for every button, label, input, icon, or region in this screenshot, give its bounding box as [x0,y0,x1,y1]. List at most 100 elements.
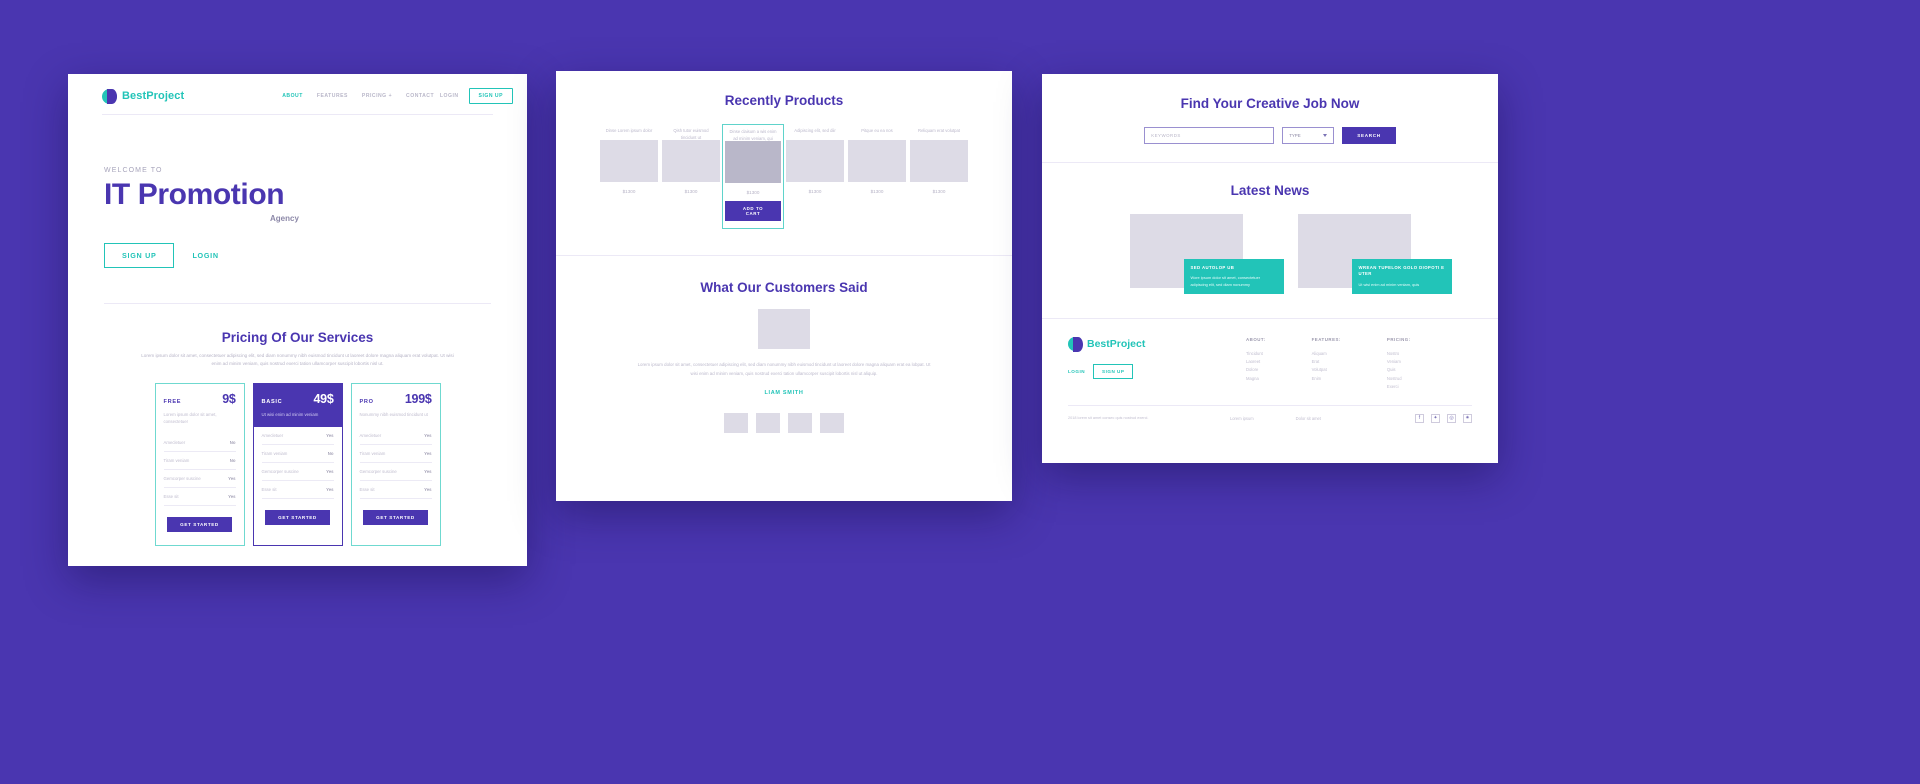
job-type-select[interactable]: TYPE [1282,127,1335,144]
footer-link[interactable]: Dolore [1246,366,1266,374]
plan-feature-row: Tiram veniam No [163,452,236,471]
footer-link[interactable]: Magna [1246,375,1266,383]
site-footer: BestProject LOGIN SIGN UP ABOUT: Tincidu… [1042,318,1498,391]
news-card[interactable]: SED AUTOLOP UB Wore ipsum dolor sit amet… [1129,214,1284,295]
footer-signup-button[interactable]: SIGN UP [1093,364,1134,379]
search-button[interactable]: SEARCH [1342,127,1396,144]
product-image [910,140,968,182]
news-card[interactable]: WREAN TUPELOK GOLO DIOPOTI E UTER Ut wis… [1297,214,1452,295]
footer-link[interactable]: Nostrud [1387,375,1411,383]
nav-item-features[interactable]: FEATURES [317,93,348,99]
testimonial-avatar [758,309,810,349]
brand-name: BestProject [122,90,185,102]
testimonial-thumb[interactable] [788,413,812,434]
nav-item-pricing[interactable]: PRICING + [362,93,392,99]
products-title: Recently Products [724,93,844,108]
primary-nav: ABOUT FEATURES PRICING + CONTACT [282,93,434,99]
product-image [786,140,844,182]
footer-link[interactable]: Laoreet [1246,358,1266,366]
footer-logo[interactable]: BestProject [1068,337,1218,352]
footer-bottom-link[interactable]: Lorem ipsum [1230,416,1254,421]
news-caption-text: Ut wisi enim ad minim veniam, quis [1358,281,1420,287]
testimonial-quote: Lorem ipsum dolor sit amet, consectetuer… [637,362,931,376]
product-name: Qish tutor euismod tincidunt ut [673,128,709,140]
hero-login-link[interactable]: LOGIN [192,251,218,260]
footer-bottom-bar: 2018 lorem sit amet consec quis nostrud … [1068,404,1472,423]
product-card[interactable]: Dinse Lorem ipsum dolor $1300 [598,124,660,229]
footer-copyright: 2018 lorem sit amet consec quis nostrud … [1068,416,1149,421]
plan-name: PRO [359,398,374,405]
panel-jobs-news: Find Your Creative Job Now KEYWORDS TYPE… [1042,74,1498,463]
plan-description: Lorem ipsum dolor sit amet, consectetuer [163,411,217,424]
product-name: Adipiscing elit, sed diir [794,128,836,133]
testimonial-thumb[interactable] [756,413,780,434]
product-price: $1300 [684,189,698,194]
footer-bottom-links: Lorem ipsum Dolor sit amet [1230,416,1321,421]
hero-actions: SIGN UP LOGIN [104,242,527,268]
feature-label: Amecletuer [261,432,284,438]
footer-link[interactable]: Volutpat [1312,366,1341,374]
add-to-cart-button[interactable]: ADD TO CART [725,201,781,221]
footer-link[interactable]: Nostro [1387,350,1411,358]
footer-bottom-link[interactable]: Dolor sit amet [1296,416,1321,421]
feature-value: No [229,440,236,446]
twitter-icon[interactable]: ✦ [1431,413,1440,423]
product-card-selected[interactable]: Dinse claisum a wis enim ad minim veniam… [722,124,784,229]
nav-item-contact[interactable]: CONTACT [406,93,434,99]
hero-subtitle: Agency [270,213,299,223]
get-started-button[interactable]: GET STARTED [265,509,330,525]
hero-signup-button[interactable]: SIGN UP [104,242,175,268]
plan-feature-row: Gemcorper suscine Yes [359,463,432,481]
feature-label: Amecletuer [359,432,382,438]
footer-brand-block: BestProject LOGIN SIGN UP [1068,337,1218,391]
footer-link[interactable]: Aliquam [1312,350,1341,358]
product-card[interactable]: Qish tutor euismod tincidunt ut $1300 [660,124,722,229]
pricing-card-basic[interactable]: BASIC 49$ Ut wisi enim ad minim veniam A… [252,382,343,547]
pricing-card-header: FREE 9$ Lorem ipsum dolor sit amet, cons… [156,384,244,435]
plan-feature-row: Amecletuer Yes [359,427,432,445]
product-card[interactable]: Pitque eu ea nos $1300 [846,124,908,229]
footer-link[interactable]: Erat [1312,358,1341,366]
hero-title: IT Promotion [104,178,285,211]
footer-brand-name: BestProject [1087,338,1146,350]
product-price: $1300 [932,189,946,194]
footer-link[interactable]: Veniam [1387,358,1411,366]
product-name: Pitque eu ea nos [861,128,893,133]
pricing-card-pro[interactable]: PRO 199$ Nonummy nibh euismod tincidunt … [350,382,441,547]
header-signup-button[interactable]: SIGN UP [468,88,513,104]
hero-eyebrow: WELCOME TO [104,167,163,174]
footer-link[interactable]: Quis [1387,366,1411,374]
footer-link[interactable]: Tincidunt [1246,350,1266,358]
product-card[interactable]: Reliquam erat volutpat $1300 [908,124,970,229]
news-section: Latest News SED AUTOLOP UB Wore ipsum do… [1042,163,1498,295]
news-caption: SED AUTOLOP UB Wore ipsum dolor sit amet… [1183,259,1284,295]
product-card[interactable]: Adipiscing elit, sed diir $1300 [784,124,846,229]
plan-feature-row: Amecletuer Yes [261,427,334,445]
facebook-icon[interactable]: f [1415,413,1424,423]
plan-feature-list: Amecletuer No Tiram veniam No Gemcorper su… [156,434,244,507]
footer-link[interactable]: Enim [1312,375,1341,383]
footer-login-link[interactable]: LOGIN [1068,369,1085,374]
star-icon[interactable]: ✷ [1463,413,1472,423]
job-type-value: TYPE [1289,133,1301,138]
footer-link[interactable]: Exerci [1387,383,1411,391]
plan-price: 49$ [313,391,334,406]
get-started-button[interactable]: GET STARTED [167,517,232,533]
testimonials-section: What Our Customers Said Lorem ipsum dolo… [556,256,1012,434]
keywords-input[interactable]: KEYWORDS [1144,127,1275,144]
pricing-card-free[interactable]: FREE 9$ Lorem ipsum dolor sit amet, cons… [154,382,245,547]
footer-column-title: PRICING: [1386,337,1411,342]
plan-feature-row: Tiram veniam Yes [359,445,432,463]
feature-value: Yes [326,486,334,492]
brand-logo[interactable]: BestProject [102,88,185,104]
nav-item-about[interactable]: ABOUT [282,93,303,99]
plan-description: Nonummy nibh euismod tincidunt ut [359,411,428,417]
instagram-icon[interactable]: ◎ [1447,413,1456,423]
jobs-section: Find Your Creative Job Now KEYWORDS TYPE… [1042,74,1498,144]
testimonial-thumb[interactable] [820,413,844,434]
testimonials-title: What Our Customers Said [700,280,868,295]
news-title: Latest News [1230,183,1310,198]
get-started-button[interactable]: GET STARTED [363,509,428,525]
testimonial-thumb[interactable] [724,413,748,434]
header-login-link[interactable]: LOGIN [440,93,459,99]
